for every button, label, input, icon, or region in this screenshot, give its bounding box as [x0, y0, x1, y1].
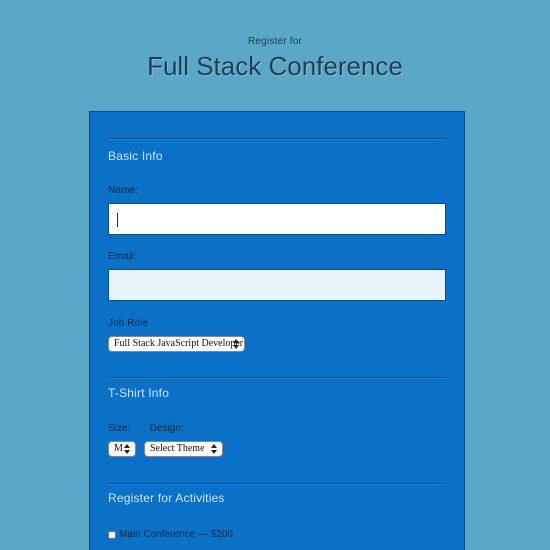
page-title: Full Stack Conference: [147, 51, 403, 81]
activity-label: Main Conference — $200: [119, 529, 233, 540]
name-input[interactable]: [108, 203, 446, 235]
divider: [108, 377, 446, 378]
job-role-select-value: Full Stack JavaScript Developer: [114, 338, 244, 349]
activity-item[interactable]: Main Conference — $200: [108, 529, 233, 540]
registration-form: Basic Info Name: Email: Job Role Full St…: [89, 111, 465, 550]
header-subtitle: Register for: [247, 36, 303, 47]
updown-arrows-icon: [123, 443, 131, 455]
tshirt-size-select[interactable]: M: [108, 441, 136, 457]
header: Register for Full Stack Conference: [0, 36, 550, 81]
section-title-activities: Register for Activities: [108, 491, 225, 505]
job-role-label: Job Role: [108, 318, 149, 329]
job-role-select[interactable]: Full Stack JavaScript Developer: [108, 336, 245, 352]
design-label: Design:: [149, 423, 184, 434]
tshirt-design-value: Select Theme: [150, 443, 205, 454]
divider: [108, 138, 446, 139]
text-caret: [117, 213, 118, 227]
tshirt-labels: Size: Design:: [108, 423, 184, 434]
divider: [108, 483, 446, 484]
section-title-basic-info: Basic Info: [108, 149, 163, 163]
tshirt-size-value: M: [114, 443, 123, 454]
tshirt-design-select[interactable]: Select Theme: [144, 441, 223, 457]
activity-checkbox[interactable]: [108, 530, 116, 539]
email-input[interactable]: [108, 269, 446, 301]
updown-arrows-icon: [210, 443, 218, 455]
section-title-tshirt-info: T-Shirt Info: [108, 386, 170, 400]
name-label: Name:: [108, 185, 138, 196]
updown-arrows-icon: [232, 338, 240, 350]
email-label: Email:: [108, 251, 137, 262]
size-label: Size:: [108, 423, 131, 434]
registration-page: Register for Full Stack Conference Basic…: [0, 0, 550, 550]
